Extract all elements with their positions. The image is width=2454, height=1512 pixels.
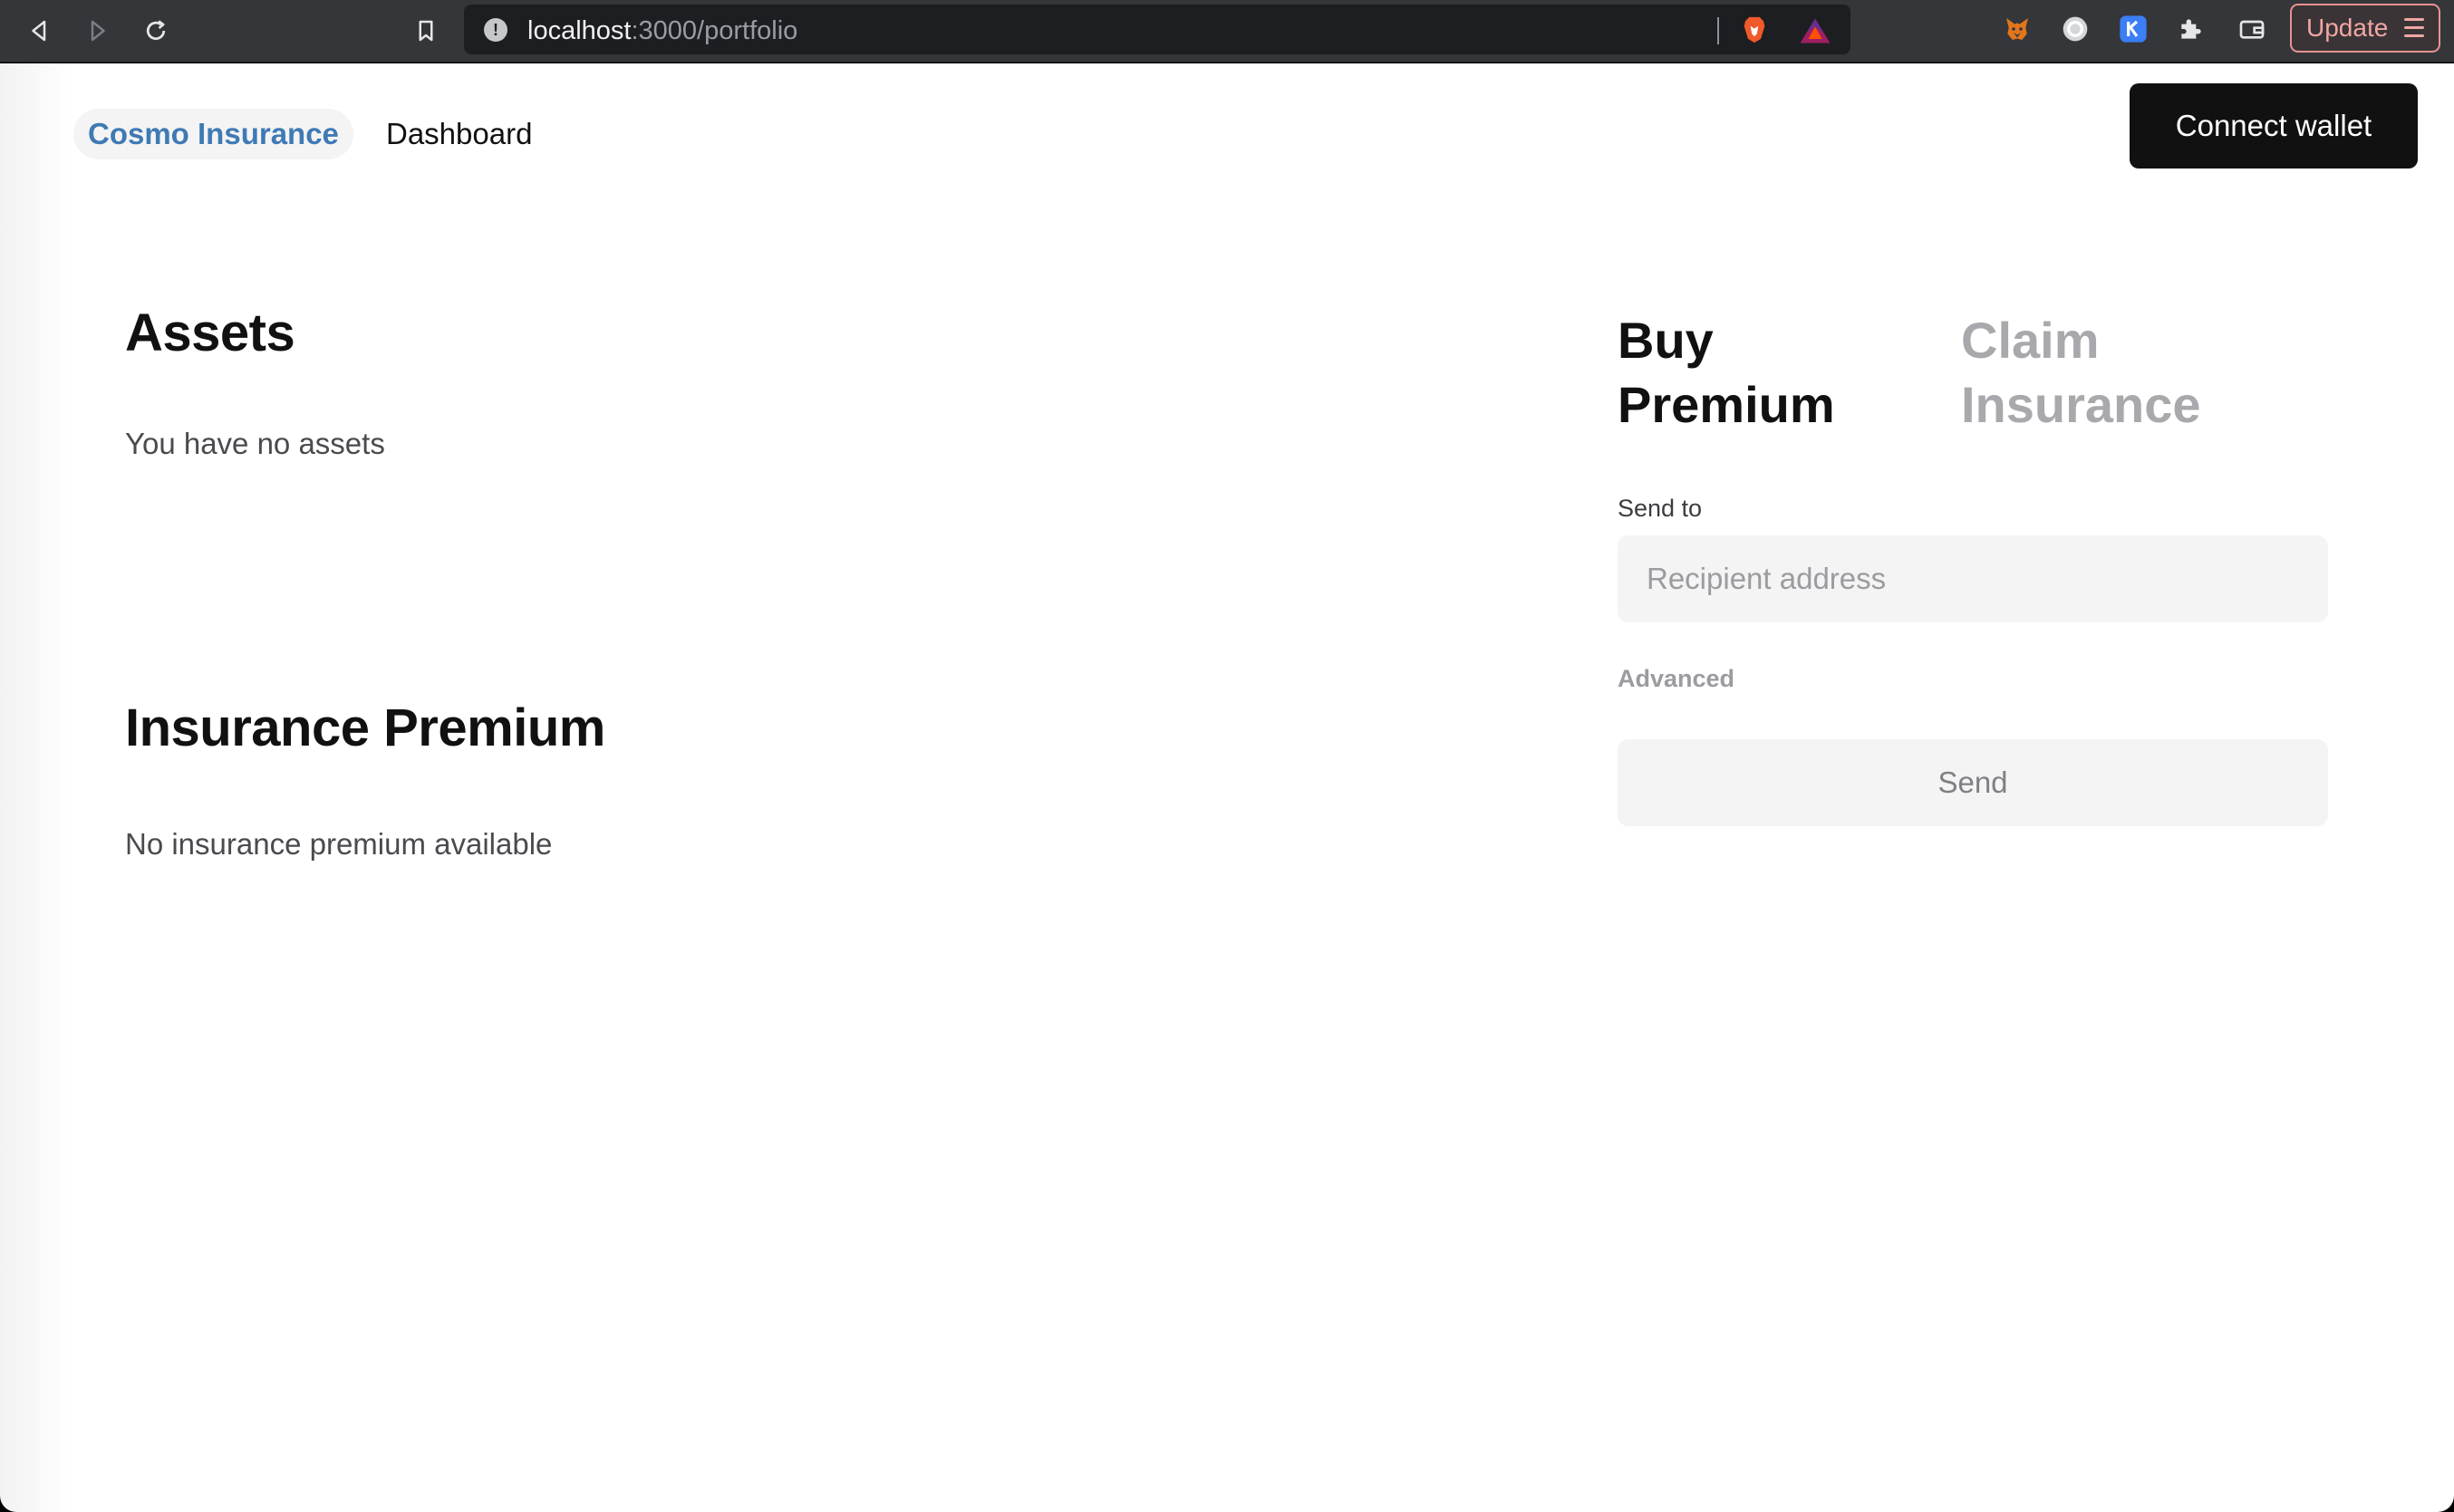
update-button[interactable]: Update xyxy=(2290,4,2440,53)
site-info-icon[interactable]: ! xyxy=(484,18,507,42)
brand-link[interactable]: Cosmo Insurance xyxy=(73,109,353,159)
back-icon[interactable] xyxy=(18,9,62,53)
metamask-icon[interactable] xyxy=(2001,13,2034,45)
send-button[interactable]: Send xyxy=(1618,739,2328,826)
url-text[interactable]: localhost:3000/portfolio xyxy=(527,16,797,46)
brave-rewards-icon[interactable] xyxy=(1799,17,1831,44)
assets-title: Assets xyxy=(125,303,295,362)
address-bar[interactable]: ! localhost:3000/portfolio xyxy=(464,5,1850,54)
assets-empty-text: You have no assets xyxy=(125,427,385,460)
tab-buy-premium-line1: Buy xyxy=(1618,312,1714,369)
tab-claim-insurance-line2: Insurance xyxy=(1961,376,2201,433)
forward-icon[interactable] xyxy=(75,9,119,53)
extension-c-icon[interactable] xyxy=(2059,13,2092,45)
app-page: Cosmo Insurance Dashboard Connect wallet… xyxy=(0,63,2454,1512)
send-to-label: Send to xyxy=(1618,495,1703,522)
omnibox-divider xyxy=(1717,17,1719,44)
extension-k-icon[interactable] xyxy=(2117,13,2150,45)
premium-empty-text: No insurance premium available xyxy=(125,827,553,861)
reload-icon[interactable] xyxy=(134,9,178,53)
connect-wallet-button[interactable]: Connect wallet xyxy=(2130,83,2418,169)
menu-icon xyxy=(2404,18,2424,38)
bookmark-icon[interactable] xyxy=(404,9,448,53)
recipient-address-input[interactable] xyxy=(1618,535,2328,622)
browser-toolbar: ! localhost:3000/portfolio Update xyxy=(0,0,2454,63)
wallet-icon[interactable] xyxy=(2236,13,2268,45)
tab-buy-premium[interactable]: Buy Premium xyxy=(1618,308,1835,437)
update-label: Update xyxy=(2306,14,2389,42)
tab-claim-insurance-line1: Claim xyxy=(1961,312,2100,369)
advanced-toggle[interactable]: Advanced xyxy=(1618,665,1734,693)
brave-shields-icon[interactable] xyxy=(1739,14,1770,45)
tab-buy-premium-line2: Premium xyxy=(1618,376,1835,433)
insurance-premium-title: Insurance Premium xyxy=(125,698,605,757)
extensions-puzzle-icon[interactable] xyxy=(2175,13,2208,45)
nav-dashboard-link[interactable]: Dashboard xyxy=(386,109,532,159)
tab-claim-insurance[interactable]: Claim Insurance xyxy=(1961,308,2201,437)
